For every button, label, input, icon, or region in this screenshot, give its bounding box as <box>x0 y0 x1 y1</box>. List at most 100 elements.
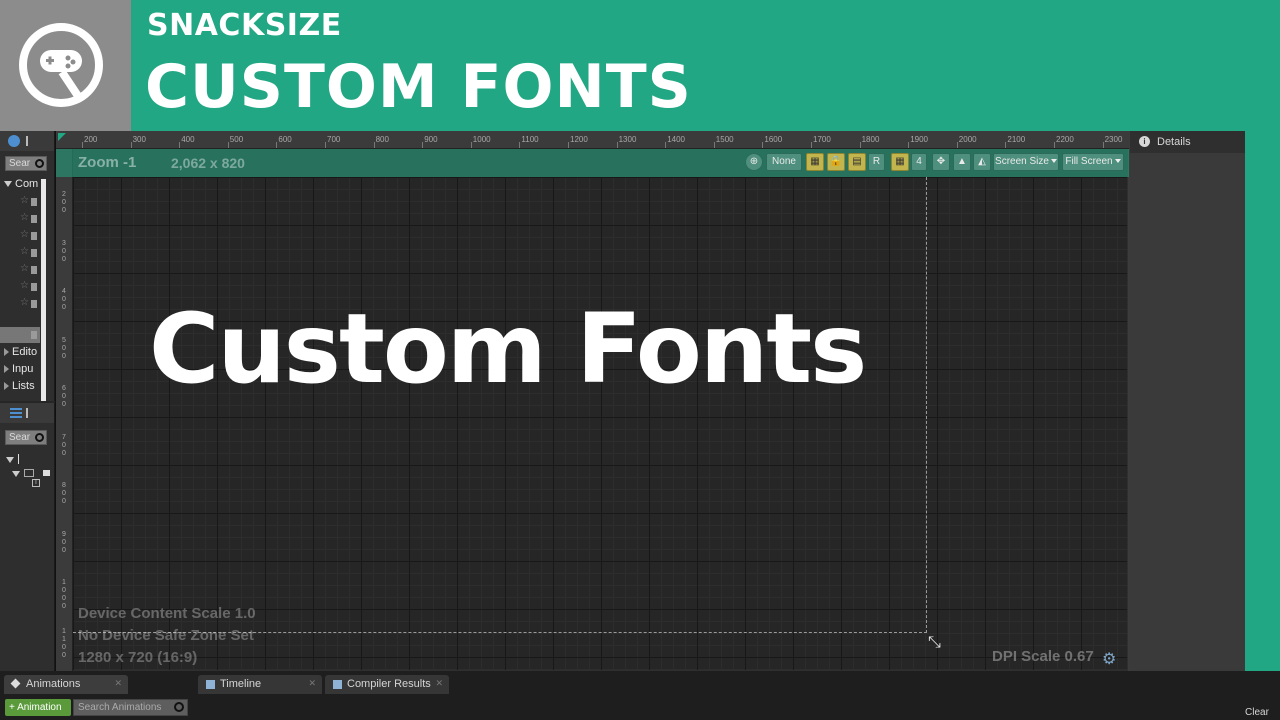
tab-timeline[interactable]: Timeline ✕ <box>198 675 322 694</box>
ruler-top-tick <box>568 142 569 148</box>
lock-icon[interactable]: 🔒 <box>827 153 845 171</box>
palette-item[interactable]: ☆ <box>0 245 40 261</box>
zoom-label: Zoom -1 <box>78 154 137 171</box>
canvas-grid[interactable] <box>73 177 1127 670</box>
ruler-top-tick <box>956 142 958 148</box>
ruler-top-label: 2100 <box>1007 135 1026 144</box>
ruler-top-label: 500 <box>229 135 244 144</box>
palette-category-common[interactable]: Com <box>4 178 38 190</box>
ruler-left-label: 600 <box>62 385 66 408</box>
close-icon[interactable]: ✕ <box>114 678 122 689</box>
palette-category-editor[interactable]: Edito <box>4 346 37 358</box>
close-icon[interactable]: ✕ <box>435 678 443 689</box>
add-animation-button[interactable]: + Animation <box>5 699 71 716</box>
details-tab[interactable]: i Details <box>1130 131 1245 153</box>
star-icon[interactable]: ☆ <box>20 297 29 308</box>
resolution-label: 2,062 x 820 <box>171 155 245 171</box>
expand-arrow-icon <box>6 457 14 463</box>
culture-dropdown[interactable]: None <box>766 153 802 171</box>
gear-icon[interactable]: ⚙ <box>1102 649 1116 669</box>
palette-item[interactable]: ☆ <box>0 211 40 227</box>
palette-tab[interactable] <box>0 131 54 151</box>
clear-button[interactable]: Clear <box>1245 707 1269 718</box>
ruler-top-label: 2000 <box>958 135 977 144</box>
palette-scrollbar[interactable] <box>41 179 46 401</box>
category-label: Com <box>15 178 39 190</box>
ruler-top-tick <box>616 142 618 148</box>
flipbook-icon[interactable]: ▲ <box>953 153 971 171</box>
editor-root: SNACKSIZE CUSTOM FONTS Sear Com ☆ ☆ ☆ ☆ … <box>0 0 1280 720</box>
ruler-top-label: 1600 <box>764 135 783 144</box>
ruler-top-tick <box>1102 142 1104 148</box>
palette-category-input[interactable]: Inpu <box>4 363 33 375</box>
widget-icon <box>31 215 37 223</box>
safe-zone-status: No Device Safe Zone Set <box>78 627 254 644</box>
fill-screen-dropdown[interactable]: Fill Screen <box>1062 153 1124 171</box>
star-icon[interactable]: ☆ <box>20 263 29 274</box>
palette-search-input[interactable]: Sear <box>5 156 47 171</box>
designer-toolbar: Zoom -1 2,062 x 820 ⊕ None ▦ 🔒 ▤ R ▦ 4 ✥… <box>56 149 1129 177</box>
title-banner: SNACKSIZE CUSTOM FONTS <box>0 0 1280 131</box>
palette-item[interactable]: ☆ <box>0 228 40 244</box>
localization-globe-icon[interactable]: ⊕ <box>745 153 763 171</box>
list-icon <box>10 408 22 418</box>
ruler-top-tick <box>227 142 229 148</box>
close-icon[interactable]: ✕ <box>308 678 316 689</box>
canvas-text-block[interactable]: Custom Fonts <box>149 293 867 405</box>
star-icon[interactable]: ☆ <box>20 328 29 339</box>
r-label: R <box>872 156 881 167</box>
ruler-top-tick <box>859 142 861 148</box>
grid-snap-value[interactable]: 4 <box>911 153 927 171</box>
star-icon[interactable]: ☆ <box>20 280 29 291</box>
tab-compiler-results[interactable]: Compiler Results ✕ <box>325 675 449 694</box>
ruler-top-tick <box>1054 142 1055 148</box>
text-widget-icon[interactable]: T <box>32 479 40 487</box>
palette-icon <box>8 135 20 147</box>
palette-item-selected[interactable]: ☆ <box>0 327 40 343</box>
ruler-top-tick <box>713 142 715 148</box>
ruler-top-label: 2200 <box>1056 135 1074 144</box>
dpi-icon[interactable]: ◭ <box>973 153 991 171</box>
expand-arrow-icon <box>4 181 12 188</box>
film-icon <box>206 680 215 689</box>
screen-size-dropdown[interactable]: Screen Size <box>993 153 1059 171</box>
palette-item[interactable]: ☆ <box>0 279 40 295</box>
palette-category-lists[interactable]: Lists <box>4 380 35 392</box>
palette-item[interactable]: ☆ <box>0 296 40 312</box>
search-icon <box>174 702 184 712</box>
lock-icon[interactable] <box>42 469 50 476</box>
designer-viewport[interactable]: 200 300 400 500 600 700 800 900 1000 1100 1200 1300… <box>55 131 1130 671</box>
snap-grid-icon[interactable]: ▦ <box>891 153 909 171</box>
category-label: Edito <box>12 346 38 358</box>
outline-toggle-icon[interactable]: ▤ <box>848 153 866 171</box>
hierarchy-tab[interactable] <box>0 403 54 423</box>
palette-item[interactable]: ☆ <box>0 194 40 210</box>
ruler-top-label: 1100 <box>521 135 539 144</box>
star-icon[interactable]: ☆ <box>20 246 29 257</box>
respect-locks-button[interactable]: R <box>868 153 885 171</box>
ruler-top-tick <box>665 142 667 148</box>
search-animations-input[interactable]: Search Animations <box>73 699 188 716</box>
star-icon[interactable]: ☆ <box>20 212 29 223</box>
transform-move-icon[interactable]: ✥ <box>932 153 950 171</box>
category-label: Lists <box>12 380 35 392</box>
hierarchy-search-input[interactable]: Sear <box>5 430 47 445</box>
ruler-top-tick <box>179 142 181 148</box>
ruler-top-label: 1200 <box>570 135 588 144</box>
tab-label: Compiler Results <box>347 678 431 690</box>
ruler-left-label: 800 <box>62 482 66 505</box>
hierarchy-canvas-row[interactable] <box>12 464 50 482</box>
widget-icon <box>31 283 37 291</box>
tab-animations[interactable]: Animations ✕ <box>4 675 128 694</box>
ruler-left-label: 1000 <box>62 579 66 610</box>
grid-toggle-icon[interactable]: ▦ <box>806 153 824 171</box>
ruler-top-tick <box>325 142 326 148</box>
widget-icon <box>31 331 37 339</box>
resize-handle-icon[interactable]: ⤡ <box>928 634 941 652</box>
palette-item[interactable]: ☆ <box>0 262 40 278</box>
ruler-top-tick <box>276 142 278 148</box>
star-icon[interactable]: ☆ <box>20 229 29 240</box>
ruler-top-label: 1800 <box>861 135 880 144</box>
star-icon[interactable]: ☆ <box>20 195 29 206</box>
ruler-top-label: 200 <box>84 135 98 144</box>
